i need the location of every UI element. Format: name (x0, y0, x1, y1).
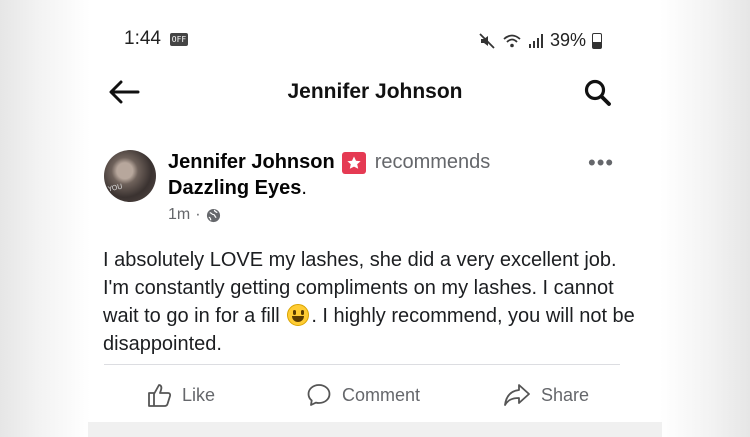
post-time[interactable]: 1m (168, 206, 190, 224)
grinning-face-emoji-icon (287, 304, 310, 326)
globe-icon (206, 208, 220, 222)
share-arrow-icon (504, 384, 530, 406)
comment-button[interactable]: Comment (306, 382, 420, 408)
recommends-label: recommends (374, 151, 491, 173)
battery-icon (592, 32, 603, 49)
back-arrow-icon[interactable] (108, 78, 140, 106)
more-options-icon[interactable]: ••• (588, 150, 614, 176)
comment-label: Comment (342, 384, 421, 405)
post-body: I absolutely LOVE my lashes, she did a v… (103, 246, 643, 358)
share-button[interactable]: Share (503, 382, 589, 408)
page-period: . (301, 177, 307, 199)
signal-icon (529, 33, 543, 48)
share-label: Share (541, 384, 590, 405)
thumbs-up-icon (148, 384, 172, 407)
comment-bubble-icon (307, 384, 331, 406)
actions-divider (104, 364, 620, 365)
status-time: 1:44 (124, 28, 161, 49)
post-author-line: Jennifer Johnson recommends (168, 151, 490, 174)
battery-percent: 39% (550, 30, 587, 50)
like-button[interactable]: Like (146, 382, 215, 408)
post-meta: 1m · (168, 206, 221, 224)
author-name[interactable]: Jennifer Johnson (168, 151, 335, 174)
recommend-star-icon (341, 151, 366, 174)
sim-off-icon: OFF (170, 33, 188, 46)
search-icon[interactable] (583, 78, 613, 108)
mute-icon (479, 32, 495, 49)
page-link[interactable]: Dazzling Eyes (168, 177, 301, 199)
avatar[interactable] (104, 150, 156, 202)
bottom-edge (88, 422, 662, 437)
meta-separator: · (195, 206, 201, 223)
wifi-icon (503, 34, 521, 47)
recommended-page-name: Dazzling Eyes. (168, 177, 307, 200)
status-indicators: 39% (478, 30, 603, 51)
like-label: Like (182, 384, 216, 405)
